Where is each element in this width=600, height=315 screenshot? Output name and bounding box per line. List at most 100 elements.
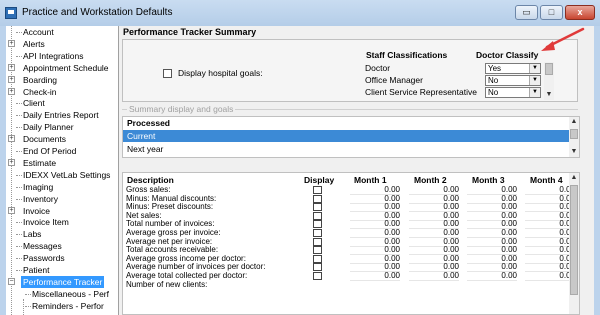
staff-classification-box: Display hospital goals: Staff Classifica… bbox=[122, 39, 578, 102]
tree-item-label: Invoice bbox=[23, 205, 50, 216]
title-bar[interactable]: Practice and Workstation Defaults ▭ □ x bbox=[0, 0, 600, 26]
tree-connector bbox=[16, 174, 22, 176]
grid-scrollbar[interactable]: ▲ bbox=[569, 173, 579, 314]
processed-scrollbar[interactable]: ▲ ▼ bbox=[569, 117, 579, 157]
processed-list[interactable]: Processed Current Next year ▲ ▼ bbox=[122, 116, 580, 158]
scroll-up-arrow-icon[interactable]: ▲ bbox=[569, 173, 579, 183]
maximize-button[interactable]: □ bbox=[540, 5, 563, 20]
month-value-cell[interactable]: 0.00 bbox=[467, 271, 517, 281]
doctor-classify-header[interactable]: Doctor Classify bbox=[476, 50, 538, 60]
tree-item-label: Messages bbox=[23, 241, 62, 252]
display-checkbox[interactable] bbox=[313, 237, 322, 246]
staff-classifications-header: Staff Classifications bbox=[366, 50, 448, 60]
close-button[interactable]: x bbox=[565, 5, 595, 20]
chevron-down-icon[interactable]: ▼ bbox=[529, 76, 540, 85]
doctor-classify-select[interactable]: No ▼ bbox=[485, 87, 541, 98]
tree-connector bbox=[16, 198, 22, 200]
processed-row-current[interactable]: Current bbox=[123, 130, 569, 142]
staff-classification-list: Doctor Yes ▼ Office Manager No ▼ Client Servic… bbox=[365, 63, 555, 99]
tree-connector bbox=[16, 115, 22, 117]
tree-subitem-label: Reminders - Perfor bbox=[32, 300, 104, 311]
month1-header: Month 1 bbox=[354, 175, 387, 185]
scroll-down-arrow-icon[interactable]: ▼ bbox=[544, 90, 554, 100]
display-checkbox[interactable] bbox=[313, 203, 322, 212]
goals-grid: Description Display Month 1 Month 2 Mont… bbox=[122, 172, 580, 315]
tree-item-label: Invoice Item bbox=[23, 217, 69, 228]
tree-item-label: Check-in bbox=[23, 86, 57, 97]
expand-icon[interactable]: + bbox=[8, 158, 15, 166]
chevron-down-icon[interactable]: ▼ bbox=[529, 88, 540, 97]
display-checkbox[interactable] bbox=[313, 211, 322, 220]
doctor-classify-select[interactable]: No ▼ bbox=[485, 75, 541, 86]
tree-item-label: Account bbox=[23, 27, 54, 37]
staff-name: Doctor bbox=[365, 63, 391, 73]
section-title: Performance Tracker Summary bbox=[123, 27, 257, 37]
collapse-icon[interactable]: − bbox=[8, 277, 15, 285]
settings-tree[interactable]: Account + Alerts API Integrations + Appointme… bbox=[6, 26, 119, 315]
tree-item-label: Estimate bbox=[23, 157, 57, 168]
tree-connector bbox=[16, 55, 22, 57]
table-row: Number of new clients: bbox=[123, 280, 569, 290]
select-value: No bbox=[488, 88, 499, 97]
tree-connector bbox=[16, 270, 22, 271]
tree-connector bbox=[16, 186, 22, 188]
month-value-cell[interactable]: 0.00 bbox=[350, 271, 400, 281]
display-hospital-goals-checkbox[interactable] bbox=[163, 69, 172, 78]
tree-sub-connector-line bbox=[23, 299, 24, 315]
staff-name: Office Manager bbox=[365, 75, 423, 85]
expand-icon[interactable]: + bbox=[8, 63, 15, 71]
tree-connector bbox=[16, 222, 22, 224]
display-checkbox[interactable] bbox=[313, 254, 322, 263]
description-header: Description bbox=[127, 175, 174, 185]
staff-list-scrollbar[interactable]: ▼ bbox=[544, 62, 554, 100]
tree-connector bbox=[16, 246, 22, 248]
month4-header: Month 4 bbox=[530, 175, 563, 185]
tree-subitem-label: Miscellaneous - Perf bbox=[32, 288, 110, 299]
tree-item-label: Passwords bbox=[23, 253, 65, 264]
tree-item-label: End Of Period bbox=[23, 146, 77, 156]
chevron-down-icon[interactable]: ▼ bbox=[529, 64, 540, 73]
tree-connector bbox=[16, 127, 22, 129]
tree-item-label: Client bbox=[23, 98, 45, 109]
tree-item-label: Daily Entries Report bbox=[23, 110, 99, 121]
staff-row: Doctor Yes ▼ bbox=[365, 63, 555, 74]
tree-item-label: Documents bbox=[23, 134, 66, 145]
display-checkbox[interactable] bbox=[313, 246, 322, 255]
tree-connector bbox=[16, 234, 22, 236]
doctor-classify-select[interactable]: Yes ▼ bbox=[485, 63, 541, 74]
display-checkbox[interactable] bbox=[313, 186, 322, 194]
display-checkbox[interactable] bbox=[313, 272, 322, 280]
month-value-cell[interactable]: 0.00 bbox=[409, 271, 459, 281]
expand-icon[interactable]: + bbox=[8, 39, 15, 47]
tree-item-label: Appointment Schedule bbox=[23, 62, 109, 73]
app-icon bbox=[5, 7, 17, 19]
tree-item-label: Alerts bbox=[23, 38, 45, 49]
tree-item-label: Performance Tracker bbox=[21, 275, 105, 288]
minimize-button[interactable]: ▭ bbox=[515, 5, 538, 20]
tree-item-label: Patient bbox=[23, 265, 50, 275]
display-checkbox[interactable] bbox=[313, 263, 322, 272]
tree-item-label: IDEXX VetLab Settings bbox=[23, 169, 111, 180]
expand-icon[interactable]: + bbox=[8, 135, 15, 143]
staff-row: Client Service Representative No ▼ bbox=[365, 87, 555, 98]
expand-icon[interactable]: + bbox=[8, 87, 15, 95]
display-checkbox[interactable] bbox=[313, 194, 322, 203]
tree-connector bbox=[25, 305, 31, 307]
scroll-thumb[interactable] bbox=[570, 185, 578, 295]
window-title: Practice and Workstation Defaults bbox=[22, 7, 173, 18]
scroll-up-arrow-icon[interactable]: ▲ bbox=[569, 117, 579, 127]
expand-icon[interactable]: + bbox=[8, 206, 15, 214]
month3-header: Month 3 bbox=[472, 175, 505, 185]
scroll-thumb[interactable] bbox=[545, 63, 553, 75]
expand-icon[interactable]: + bbox=[8, 75, 15, 83]
month-value-cell[interactable]: 0.00 bbox=[525, 271, 575, 281]
processed-row-next-year[interactable]: Next year bbox=[123, 143, 569, 155]
tree-connector bbox=[16, 32, 22, 33]
tree-connector bbox=[25, 293, 31, 295]
scroll-down-arrow-icon[interactable]: ▼ bbox=[569, 147, 579, 157]
scroll-thumb[interactable] bbox=[570, 129, 578, 139]
month2-header: Month 2 bbox=[414, 175, 447, 185]
display-checkbox[interactable] bbox=[313, 229, 322, 237]
staff-name: Client Service Representative bbox=[365, 87, 477, 97]
display-checkbox[interactable] bbox=[313, 220, 322, 229]
